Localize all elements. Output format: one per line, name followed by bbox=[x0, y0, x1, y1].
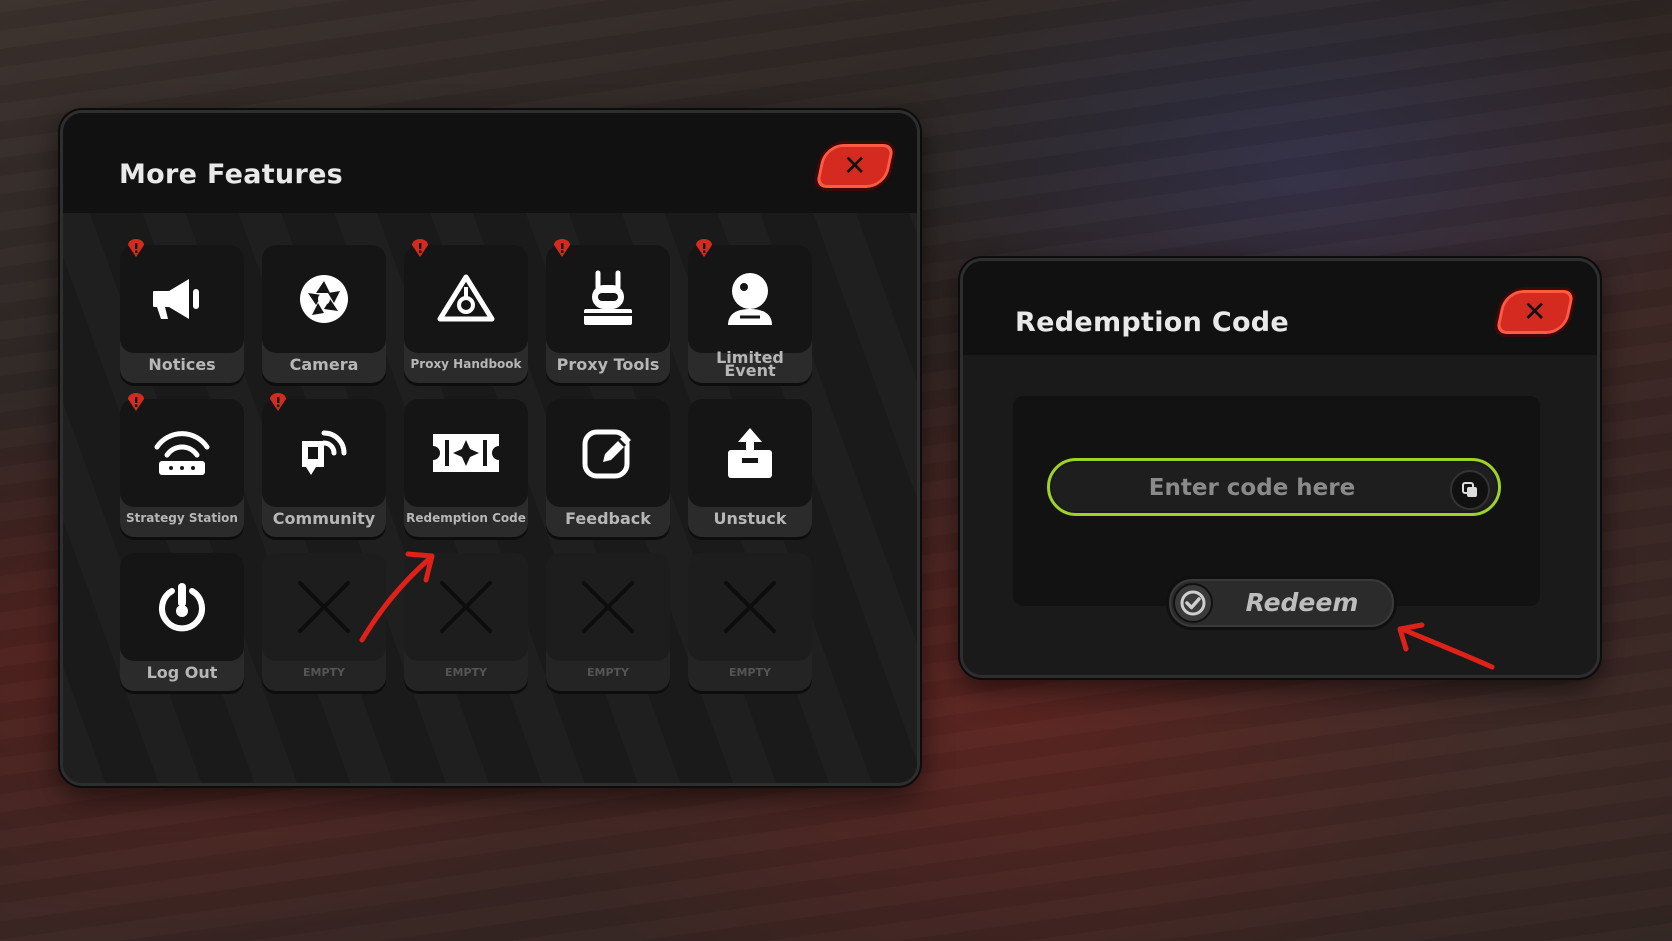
power-icon bbox=[120, 553, 244, 661]
feature-tile-camera[interactable]: Camera bbox=[262, 245, 386, 383]
alert-badge-icon bbox=[694, 239, 714, 259]
more-features-header: More Features ✕ bbox=[63, 113, 917, 213]
tile-label: Proxy Tools bbox=[556, 354, 660, 374]
tile-label: EMPTY bbox=[729, 665, 771, 679]
tile-label: Feedback bbox=[565, 508, 651, 528]
features-grid: Notices Camera Proxy Handbook Proxy Tools Li… bbox=[63, 213, 917, 783]
close-button[interactable]: ✕ bbox=[1491, 287, 1579, 337]
redemption-header: Redemption Code ✕ bbox=[963, 261, 1597, 355]
megaphone-icon bbox=[120, 245, 244, 353]
feature-tile-strategy-station[interactable]: Strategy Station bbox=[120, 393, 244, 537]
empty-x-icon bbox=[546, 553, 670, 661]
tile-label: Log Out bbox=[146, 662, 218, 682]
tile-label: EMPTY bbox=[303, 665, 345, 679]
checkmark-icon bbox=[1173, 583, 1213, 623]
alert-badge-icon bbox=[126, 239, 146, 259]
camera-aperture-icon bbox=[262, 245, 386, 353]
unstuck-icon bbox=[688, 399, 812, 507]
tile-label: Redemption Code bbox=[406, 510, 526, 525]
feature-tile-community[interactable]: Community bbox=[262, 393, 386, 537]
paste-icon bbox=[1462, 482, 1477, 497]
feature-tile-empty: EMPTY bbox=[404, 553, 528, 691]
feature-tile-proxy-handbook[interactable]: Proxy Handbook bbox=[404, 239, 528, 383]
empty-x-icon bbox=[404, 553, 528, 661]
ticket-icon bbox=[404, 399, 528, 507]
close-icon: ✕ bbox=[1523, 295, 1547, 328]
alert-badge-icon bbox=[126, 393, 146, 413]
feature-tile-empty: EMPTY bbox=[688, 553, 812, 691]
alert-badge-icon bbox=[410, 239, 430, 259]
alert-badge-icon bbox=[552, 239, 572, 259]
tile-label: Strategy Station bbox=[126, 510, 238, 525]
tile-label: EMPTY bbox=[587, 665, 629, 679]
empty-x-icon bbox=[262, 553, 386, 661]
paste-button[interactable] bbox=[1450, 470, 1490, 510]
feature-tile-notices[interactable]: Notices bbox=[120, 239, 244, 383]
redemption-code-panel: Redemption Code ✕ Redeem bbox=[960, 258, 1600, 678]
feature-tile-feedback[interactable]: Feedback bbox=[546, 399, 670, 537]
tile-label: Proxy Handbook bbox=[410, 356, 522, 371]
feature-tile-limited-event[interactable]: Limited Event bbox=[688, 239, 812, 383]
tile-label: Notices bbox=[148, 354, 216, 374]
redeem-button[interactable]: Redeem bbox=[1166, 576, 1397, 630]
feature-tile-log-out[interactable]: Log Out bbox=[120, 553, 244, 691]
feature-tile-empty: EMPTY bbox=[546, 553, 670, 691]
panel-title: More Features bbox=[119, 159, 344, 190]
close-icon: ✕ bbox=[843, 149, 867, 182]
feature-tile-unstuck[interactable]: Unstuck bbox=[688, 399, 812, 537]
code-input-field[interactable] bbox=[1047, 458, 1501, 516]
tile-label: Community bbox=[272, 508, 376, 528]
more-features-panel: More Features ✕ Notices Camera Proxy Handb… bbox=[60, 110, 920, 786]
feature-tile-redemption-code[interactable]: Redemption Code bbox=[404, 399, 528, 537]
tile-label: EMPTY bbox=[445, 665, 487, 679]
tile-label: Limited Event bbox=[716, 348, 784, 380]
tile-label: Camera bbox=[289, 354, 359, 374]
empty-x-icon bbox=[688, 553, 812, 661]
feature-tile-empty: EMPTY bbox=[262, 553, 386, 691]
strategy-station-icon bbox=[120, 399, 244, 507]
feedback-edit-icon bbox=[546, 399, 670, 507]
proxy-handbook-icon bbox=[404, 245, 528, 353]
limited-event-icon bbox=[688, 245, 812, 353]
panel-title: Redemption Code bbox=[1015, 307, 1290, 338]
close-button[interactable]: ✕ bbox=[811, 141, 899, 191]
bangboo-icon bbox=[546, 245, 670, 353]
tile-label: Unstuck bbox=[713, 508, 787, 528]
code-entry-area bbox=[1013, 396, 1540, 606]
community-icon bbox=[262, 399, 386, 507]
feature-tile-proxy-tools[interactable]: Proxy Tools bbox=[546, 239, 670, 383]
code-input[interactable] bbox=[1070, 461, 1434, 515]
redeem-label: Redeem bbox=[1245, 588, 1359, 617]
alert-badge-icon bbox=[268, 393, 288, 413]
